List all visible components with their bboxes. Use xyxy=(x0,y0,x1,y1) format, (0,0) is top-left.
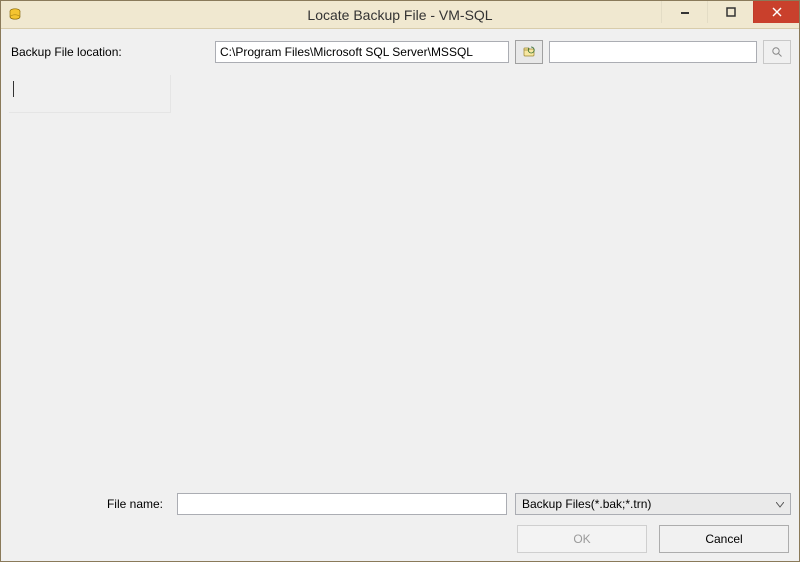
filename-row: File name: Backup Files(*.bak;*.trn) xyxy=(9,493,791,515)
close-icon xyxy=(772,7,782,17)
filename-input[interactable] xyxy=(177,493,507,515)
dialog-window: Locate Backup File - VM-SQL Bac xyxy=(0,0,800,562)
file-type-select[interactable]: Backup Files(*.bak;*.trn) xyxy=(515,493,791,515)
tree-cursor xyxy=(13,81,14,97)
browse-folder-button[interactable] xyxy=(515,40,543,64)
maximize-button[interactable] xyxy=(707,1,753,23)
location-input[interactable] xyxy=(215,41,509,63)
file-type-selected: Backup Files(*.bak;*.trn) xyxy=(522,497,651,511)
client-area: Backup File location: xyxy=(1,29,799,561)
dialog-buttons-row: OK Cancel xyxy=(9,525,791,553)
minimize-button[interactable] xyxy=(661,1,707,23)
title-bar[interactable]: Locate Backup File - VM-SQL xyxy=(1,1,799,29)
folder-refresh-icon xyxy=(523,46,535,58)
search-button[interactable] xyxy=(763,40,791,64)
search-input[interactable] xyxy=(549,41,757,63)
location-label: Backup File location: xyxy=(9,45,209,59)
folder-tree-pane[interactable] xyxy=(9,75,171,113)
close-button[interactable] xyxy=(753,1,799,23)
location-row: Backup File location: xyxy=(9,39,791,65)
bottom-panel: File name: Backup Files(*.bak;*.trn) OK … xyxy=(9,493,791,553)
minimize-icon xyxy=(680,7,690,17)
app-icon xyxy=(7,7,23,23)
ok-button[interactable]: OK xyxy=(517,525,647,553)
filename-label: File name: xyxy=(9,497,169,511)
cancel-button[interactable]: Cancel xyxy=(659,525,789,553)
ok-button-label: OK xyxy=(573,532,590,546)
chevron-down-icon xyxy=(776,497,784,511)
maximize-icon xyxy=(726,7,736,17)
search-icon xyxy=(771,46,783,58)
cancel-button-label: Cancel xyxy=(705,532,742,546)
window-controls xyxy=(661,1,799,23)
